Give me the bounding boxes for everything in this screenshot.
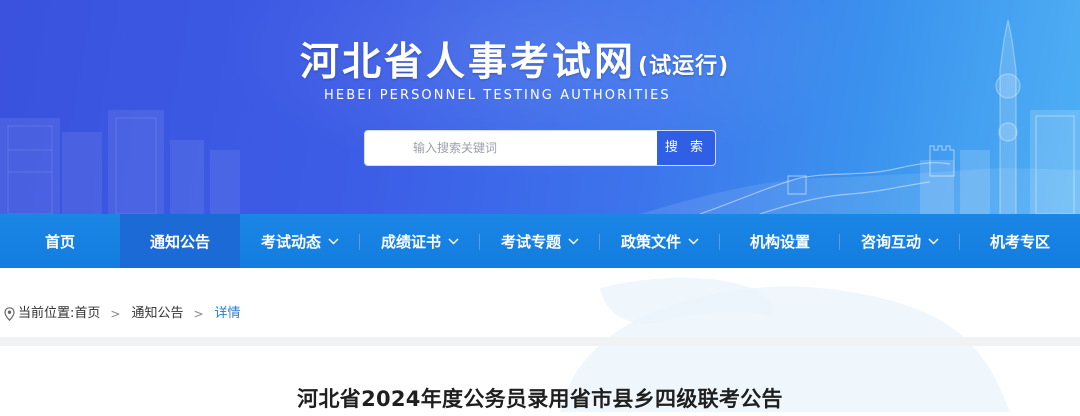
site-subtitle: HEBEI PERSONNEL TESTING AUTHORITIES bbox=[324, 88, 671, 103]
nav-item-home[interactable]: 首页 bbox=[0, 214, 120, 268]
nav-item-computer-exam-zone[interactable]: 机考专区 bbox=[960, 214, 1080, 268]
nav-item-label: 机构设置 bbox=[749, 232, 810, 251]
search-button[interactable]: 搜 索 bbox=[656, 131, 715, 165]
chevron-down-icon bbox=[568, 238, 579, 244]
site-title: 河北省人事考试网(试运行) bbox=[300, 33, 729, 93]
nav-item-exam-topics[interactable]: 考试专题 bbox=[480, 214, 600, 268]
breadcrumb-notices-link[interactable]: 通知公告 bbox=[131, 304, 183, 324]
chevron-down-icon bbox=[688, 238, 699, 244]
map-pin-icon bbox=[4, 307, 15, 321]
article-title: 河北省2024年度公务员录用省市县乡四级联考公告 bbox=[297, 387, 783, 411]
header-banner: 河北省人事考试网(试运行) HEBEI PERSONNEL TESTING AU… bbox=[0, 0, 1080, 214]
nav-item-policy-documents[interactable]: 政策文件 bbox=[600, 214, 720, 268]
search-box: 搜 索 bbox=[364, 130, 716, 166]
chevron-down-icon bbox=[328, 238, 339, 244]
breadcrumb-current: 详情 bbox=[214, 306, 241, 321]
breadcrumb-separator: > bbox=[193, 307, 204, 321]
nav-item-label: 成绩证书 bbox=[380, 232, 441, 251]
nav-item-label: 机考专区 bbox=[989, 232, 1050, 251]
nav-item-organization[interactable]: 机构设置 bbox=[720, 214, 840, 268]
nav-item-notices[interactable]: 通知公告 bbox=[120, 214, 240, 268]
nav-item-scores-certificates[interactable]: 成绩证书 bbox=[360, 214, 480, 268]
nav-item-label: 考试专题 bbox=[500, 232, 561, 251]
nav-item-label: 政策文件 bbox=[620, 232, 681, 251]
section-divider bbox=[0, 337, 1080, 346]
nav-item-consultation[interactable]: 咨询互动 bbox=[840, 214, 960, 268]
nav-item-label: 首页 bbox=[44, 232, 75, 251]
nav-item-label: 考试动态 bbox=[260, 232, 321, 251]
chevron-down-icon bbox=[448, 238, 459, 244]
breadcrumb-separator: > bbox=[110, 307, 121, 321]
nav-item-exam-news[interactable]: 考试动态 bbox=[240, 214, 360, 268]
nav-item-label: 通知公告 bbox=[149, 232, 210, 251]
breadcrumb: 当前位置: 首页 > 通知公告 > 详情 bbox=[4, 304, 241, 324]
nav-item-label: 咨询互动 bbox=[860, 232, 921, 251]
chevron-down-icon bbox=[928, 238, 939, 244]
breadcrumb-home-link[interactable]: 首页 bbox=[74, 304, 100, 324]
site-title-text: 河北省人事考试网 bbox=[300, 40, 637, 85]
main-nav: 首页 通知公告 考试动态 成绩证书 考试专题 政策文件 机构设置 咨询互动 机考… bbox=[0, 214, 1080, 268]
search-input[interactable] bbox=[365, 131, 659, 165]
site-title-suffix: (试运行) bbox=[638, 54, 730, 79]
breadcrumb-prefix: 当前位置: bbox=[18, 306, 75, 321]
